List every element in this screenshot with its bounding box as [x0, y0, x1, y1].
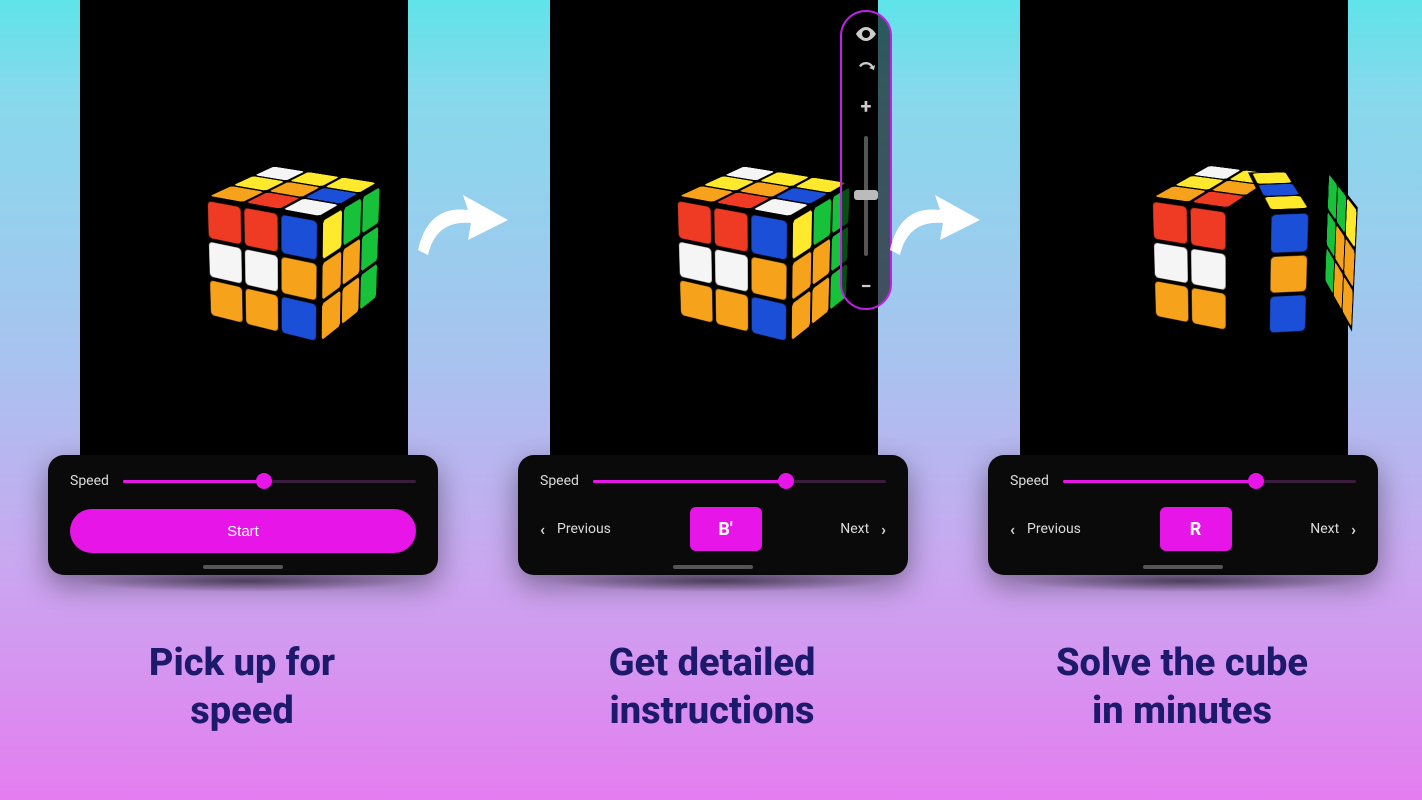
phone-screen	[1020, 0, 1348, 462]
speed-slider[interactable]	[593, 473, 886, 489]
rubiks-cube	[1120, 130, 1340, 350]
home-indicator	[1143, 565, 1223, 569]
rotate-3d-icon[interactable]	[854, 58, 878, 82]
speed-label: Speed	[1010, 473, 1049, 489]
current-move: B'	[690, 507, 762, 551]
zoom-in-button[interactable]: +	[861, 94, 872, 118]
feature-panel-1: Speed Start Pick up for speed	[8, 0, 476, 800]
current-move: R	[1160, 507, 1232, 551]
control-card: Speed ‹ Previous R Next ›	[988, 455, 1378, 575]
phone-screen: + −	[550, 0, 878, 462]
speed-slider[interactable]	[1063, 473, 1356, 489]
previous-button[interactable]: ‹ Previous	[1010, 520, 1081, 539]
speed-slider[interactable]	[123, 473, 416, 489]
home-indicator	[203, 565, 283, 569]
eye-icon[interactable]	[854, 22, 878, 46]
control-card: Speed Start	[48, 455, 438, 575]
zoom-slider[interactable]	[864, 136, 868, 256]
chevron-right-icon: ›	[1351, 520, 1356, 539]
speed-label: Speed	[540, 473, 579, 489]
panel-caption: Get detailed instructions	[478, 640, 946, 735]
rubiks-cube	[650, 130, 870, 350]
view-toolbar: + −	[840, 10, 892, 310]
feature-panel-3: Speed ‹ Previous R Next › Solve the cube	[948, 0, 1416, 800]
chevron-left-icon: ‹	[1010, 520, 1015, 539]
speed-label: Speed	[70, 473, 109, 489]
feature-panel-2: + − Speed ‹ Previous B' Next ›	[478, 0, 946, 800]
next-button[interactable]: Next ›	[1310, 520, 1356, 539]
home-indicator	[673, 565, 753, 569]
start-button[interactable]: Start	[70, 509, 416, 553]
next-button[interactable]: Next ›	[840, 520, 886, 539]
panel-caption: Pick up for speed	[8, 640, 476, 735]
zoom-out-button[interactable]: −	[860, 274, 871, 298]
rubiks-cube	[180, 130, 400, 350]
chevron-right-icon: ›	[881, 520, 886, 539]
phone-screen	[80, 0, 408, 462]
control-card: Speed ‹ Previous B' Next ›	[518, 455, 908, 575]
chevron-left-icon: ‹	[540, 520, 545, 539]
previous-button[interactable]: ‹ Previous	[540, 520, 611, 539]
panel-caption: Solve the cube in minutes	[948, 640, 1416, 735]
